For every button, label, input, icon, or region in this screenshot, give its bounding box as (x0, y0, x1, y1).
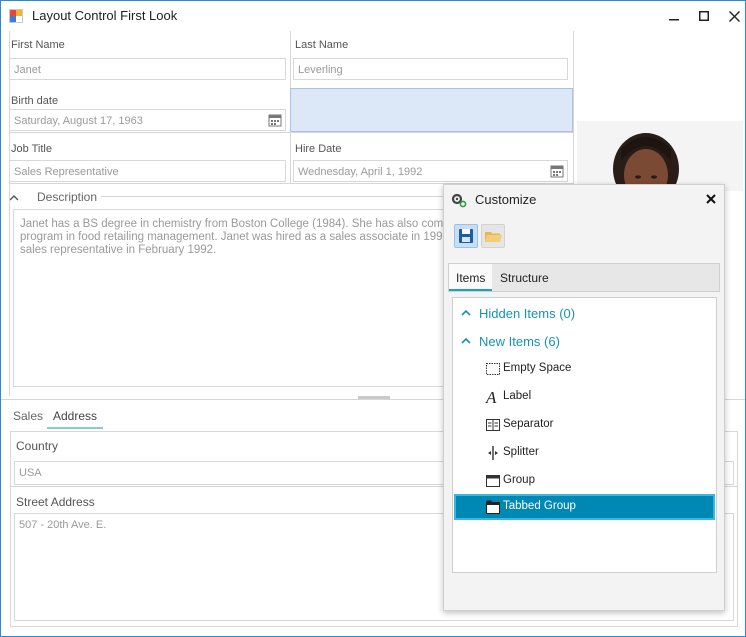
item-separator[interactable]: Separator (454, 412, 715, 438)
label-icon: A (485, 389, 497, 405)
gear-icon (451, 193, 467, 208)
description-group-title: Description (37, 190, 98, 204)
birth-date-value: Saturday, August 17, 1963 (14, 115, 143, 127)
item-label: Separator (503, 418, 554, 430)
app-icon (9, 9, 23, 23)
customize-close-button[interactable] (703, 190, 719, 208)
close-window-button[interactable] (717, 1, 746, 31)
birth-date-label: Birth date (11, 95, 59, 107)
left-border (9, 31, 10, 396)
group-border (9, 188, 10, 202)
items-list: Hidden Items (0) New Items (6) Empty Spa… (452, 297, 717, 573)
last-name-field[interactable]: Leverling (293, 58, 568, 80)
street-address-label: Street Address (16, 495, 95, 509)
tab-sales[interactable]: Sales (7, 405, 49, 429)
chevron-up-icon (461, 309, 471, 316)
item-label: Tabbed Group (503, 500, 576, 512)
calendar-icon[interactable] (550, 164, 564, 178)
item-label: Group (503, 474, 535, 486)
window-title: Layout Control First Look (32, 8, 178, 23)
country-label: Country (16, 439, 59, 453)
employee-photo-image (577, 121, 743, 191)
customize-header[interactable]: Customize (444, 185, 724, 215)
empty-space-icon (486, 363, 500, 375)
close-icon (706, 194, 716, 204)
minimize-button[interactable] (657, 1, 691, 31)
group-icon (486, 475, 500, 487)
item-label: Label (503, 390, 532, 402)
close-icon (728, 10, 740, 22)
separator-icon (486, 419, 500, 431)
item-label[interactable]: A Label (454, 384, 715, 410)
chevron-up-icon (461, 337, 471, 344)
maximize-icon (699, 11, 709, 21)
layout-control: First Name Janet Last Name Leverling Bir… (1, 31, 745, 636)
group-label: Hidden Items (0) (479, 306, 576, 321)
tab-address[interactable]: Address (47, 405, 104, 429)
splitter-icon (488, 446, 498, 460)
hire-date-label: Hire Date (295, 143, 342, 155)
open-folder-icon (485, 232, 502, 242)
birth-date-field[interactable]: Saturday, August 17, 1963 (9, 109, 286, 131)
job-title-label: Job Title (11, 143, 52, 155)
tab-items[interactable]: Items (449, 264, 493, 291)
hire-date-value: Wednesday, April 1, 1992 (298, 166, 423, 178)
item-empty-space[interactable]: Empty Space (454, 356, 715, 382)
maximize-button[interactable] (687, 1, 721, 31)
tab-structure[interactable]: Structure (493, 264, 556, 291)
tabbed-group-icon (486, 500, 500, 514)
row-divider (9, 132, 574, 133)
item-tabbed-group[interactable]: Tabbed Group (454, 494, 715, 520)
empty-space-cell[interactable] (290, 88, 573, 132)
item-group[interactable]: Group (454, 468, 715, 494)
first-name-label: First Name (11, 39, 65, 51)
item-label: Empty Space (503, 362, 572, 374)
group-label: New Items (6) (479, 334, 560, 349)
open-layout-button[interactable] (481, 224, 505, 248)
splitter-grip[interactable] (358, 396, 390, 399)
save-icon (459, 229, 473, 243)
save-layout-button[interactable] (454, 224, 478, 248)
title-bar[interactable]: Layout Control First Look (1, 1, 745, 31)
customize-tabs: Items Structure (448, 263, 720, 292)
svg-text:A: A (485, 389, 497, 405)
first-name-field[interactable]: Janet (9, 58, 286, 80)
calendar-icon[interactable] (268, 113, 282, 127)
new-items-group[interactable]: New Items (6) (453, 330, 716, 354)
customize-dialog: Customize Items Structure Hidden Items (… (443, 184, 725, 611)
job-title-field[interactable]: Sales Representative (9, 160, 286, 182)
employee-photo (577, 121, 743, 191)
photo-panel (577, 31, 745, 191)
last-name-label: Last Name (295, 39, 349, 51)
item-splitter[interactable]: Splitter (454, 440, 715, 466)
minimize-icon (669, 19, 679, 21)
hidden-items-group[interactable]: Hidden Items (0) (453, 302, 716, 326)
main-window: Layout Control First Look First Name Jan… (0, 0, 746, 637)
customize-title: Customize (475, 192, 537, 207)
item-label: Splitter (503, 446, 539, 458)
hire-date-field[interactable]: Wednesday, April 1, 1992 (293, 160, 568, 182)
